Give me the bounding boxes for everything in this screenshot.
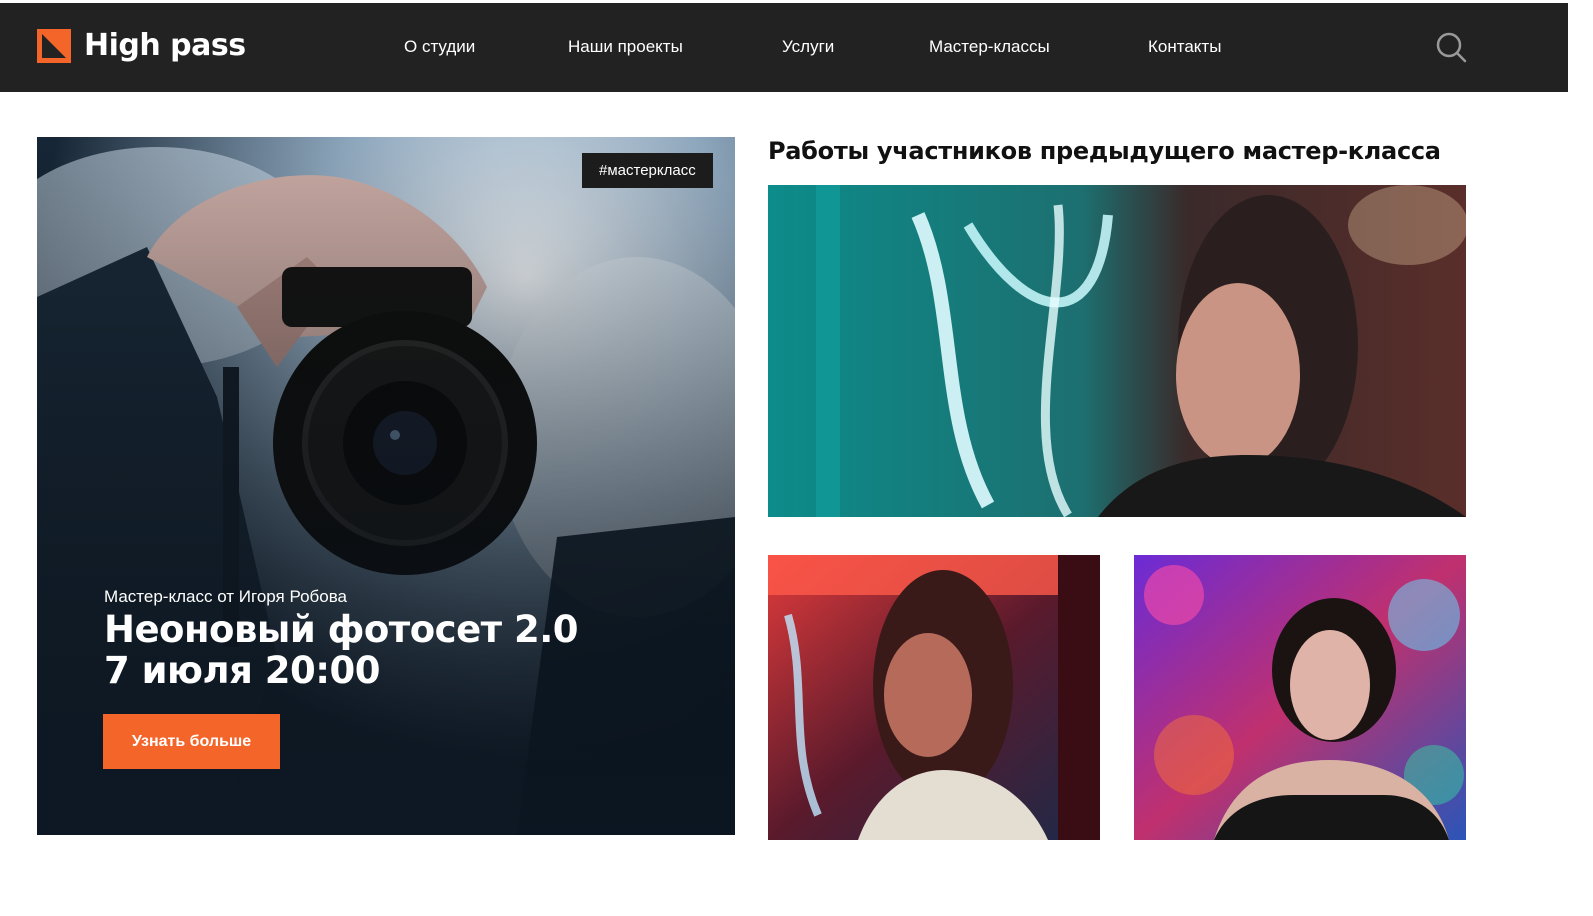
learn-more-button[interactable]: Узнать больше	[103, 714, 280, 769]
hero-title: Неоновый фотосет 2.0 7 июля 20:00	[104, 608, 579, 692]
gallery-photo-2[interactable]	[768, 555, 1100, 840]
hashtag-badge[interactable]: #мастеркласс	[582, 153, 713, 188]
logo[interactable]: High pass	[37, 29, 246, 63]
hero-subtitle: Мастер-класс от Игоря Робова	[104, 587, 348, 606]
site-header: High pass О студии Наши проекты Услуги М…	[0, 3, 1568, 92]
nav-item-projects[interactable]: Наши проекты	[568, 37, 683, 57]
gallery-title: Работы участников предыдущего мастер-кла…	[768, 137, 1441, 165]
nav-item-contacts[interactable]: Контакты	[1148, 37, 1221, 57]
hero-banner: #мастеркласс Мастер-класс от Игоря Робов…	[37, 137, 735, 835]
nav-item-about[interactable]: О студии	[404, 37, 475, 57]
nav-item-services[interactable]: Услуги	[782, 37, 834, 57]
search-icon[interactable]	[1434, 30, 1468, 64]
nav-item-masterclasses[interactable]: Мастер-классы	[929, 37, 1050, 57]
gallery-photo-1[interactable]	[768, 185, 1466, 517]
logo-text: High pass	[84, 28, 246, 63]
logo-mark-icon	[37, 29, 71, 63]
hero-title-line-1: Неоновый фотосет 2.0	[104, 608, 579, 651]
hero-title-line-2: 7 июля 20:00	[104, 649, 381, 692]
gallery-photo-3[interactable]	[1134, 555, 1466, 840]
